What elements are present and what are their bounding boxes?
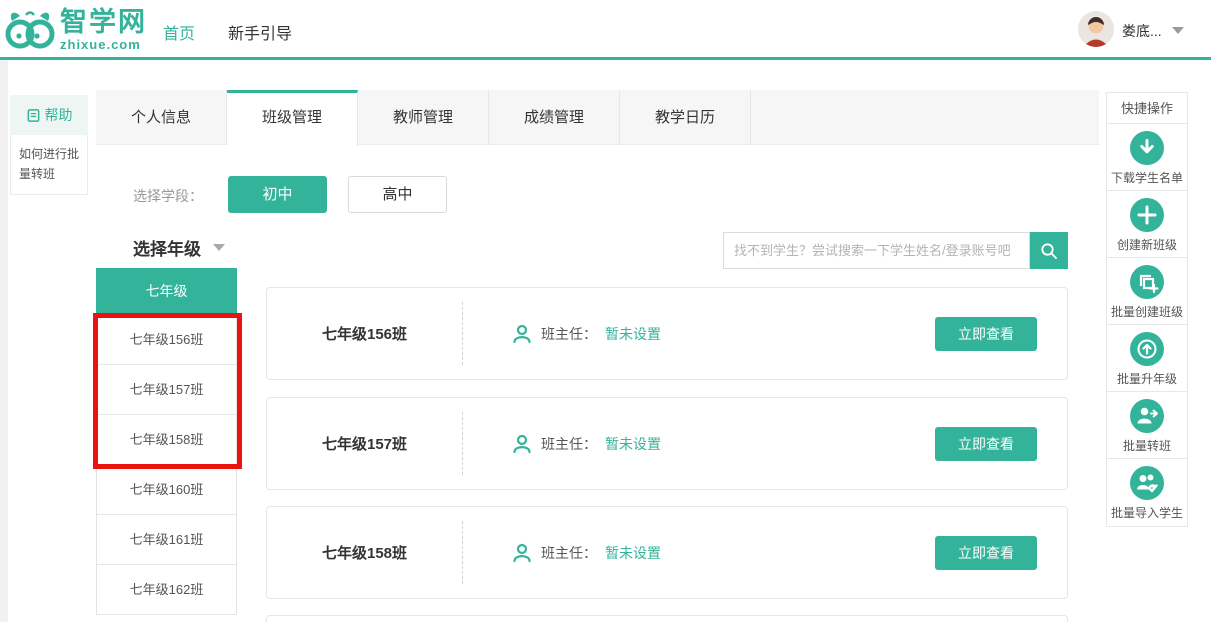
stage-junior-button[interactable]: 初中	[228, 176, 327, 213]
view-now-button[interactable]: 立即查看	[935, 317, 1037, 351]
user-avatar[interactable]	[1078, 11, 1114, 47]
person-icon	[511, 542, 533, 564]
teacher-label: 班主任：	[541, 543, 597, 563]
class-card-name: 七年级158班	[267, 507, 462, 598]
quick-actions-panel: 快捷操作 下载学生名单 创建新班级 批量创建班级	[1106, 92, 1188, 527]
quick-action-label: 下载学生名单	[1107, 169, 1187, 186]
student-search-input[interactable]	[723, 232, 1030, 269]
user-name[interactable]: 娄底...	[1122, 21, 1162, 41]
quick-action-batch-import-students[interactable]: 批量导入学生	[1107, 459, 1187, 526]
plus-icon	[1130, 198, 1164, 232]
class-list: 七年级 七年级156班 七年级157班 七年级158班 七年级160班 七年级1…	[96, 268, 237, 615]
download-icon	[1130, 131, 1164, 165]
upgrade-icon	[1130, 332, 1164, 366]
logo-subtitle: zhixue.com	[60, 38, 147, 51]
page: 智学网 zhixue.com 首页 新手引导 娄底... 帮助	[0, 0, 1211, 622]
batch-create-icon	[1130, 265, 1164, 299]
quick-action-label: 批量升年级	[1107, 370, 1187, 387]
teacher-label: 班主任：	[541, 434, 597, 454]
quick-action-batch-upgrade-grade[interactable]: 批量升年级	[1107, 325, 1187, 392]
teacher-not-set-link[interactable]: 暂未设置	[605, 324, 661, 344]
card-divider	[462, 302, 463, 365]
help-link-batch-transfer[interactable]: 如何进行批量转班	[19, 144, 79, 185]
quick-action-label: 创建新班级	[1107, 236, 1187, 253]
page-left-gutter	[0, 60, 8, 622]
grade-selector-label[interactable]: 选择年级	[133, 235, 201, 260]
view-now-button[interactable]: 立即查看	[935, 427, 1037, 461]
import-students-icon	[1130, 466, 1164, 500]
quick-action-create-class[interactable]: 创建新班级	[1107, 191, 1187, 258]
stage-selector-label: 选择学段：	[133, 186, 203, 206]
tab-personal-info[interactable]: 个人信息	[96, 90, 227, 145]
help-body: 如何进行批量转班	[10, 135, 88, 195]
class-card-partial	[266, 615, 1068, 622]
view-now-button[interactable]: 立即查看	[935, 536, 1037, 570]
class-item-160[interactable]: 七年级160班	[97, 465, 236, 515]
logo-title: 智学网	[60, 9, 147, 36]
class-item-161[interactable]: 七年级161班	[97, 515, 236, 565]
quick-action-label: 批量转班	[1107, 437, 1187, 454]
help-doc-icon	[26, 108, 41, 123]
quick-action-batch-create-class[interactable]: 批量创建班级	[1107, 258, 1187, 325]
transfer-icon	[1130, 399, 1164, 433]
class-list-items: 七年级156班 七年级157班 七年级158班 七年级160班 七年级161班 …	[96, 315, 237, 615]
class-card-name: 七年级157班	[267, 398, 462, 489]
nav-beginner-guide[interactable]: 新手引导	[228, 20, 292, 44]
help-header[interactable]: 帮助	[10, 95, 88, 135]
class-list-grade-header[interactable]: 七年级	[96, 268, 237, 315]
stage-senior-button[interactable]: 高中	[348, 176, 447, 213]
search-button[interactable]	[1030, 232, 1068, 269]
card-divider	[462, 521, 463, 584]
class-card-156: 七年级156班 班主任： 暂未设置 立即查看	[266, 287, 1068, 380]
quick-actions-title: 快捷操作	[1107, 93, 1187, 124]
quick-action-download-roster[interactable]: 下载学生名单	[1107, 124, 1187, 191]
card-divider	[462, 412, 463, 475]
quick-action-label: 批量创建班级	[1107, 303, 1187, 320]
class-item-156[interactable]: 七年级156班	[97, 315, 236, 365]
person-icon	[511, 433, 533, 455]
tab-teacher-management[interactable]: 教师管理	[358, 90, 489, 145]
user-menu-caret-icon[interactable]	[1172, 27, 1184, 34]
quick-action-label: 批量导入学生	[1107, 504, 1187, 521]
help-panel: 帮助 如何进行批量转班	[10, 95, 88, 195]
grade-caret-down-icon[interactable]	[213, 244, 225, 251]
tab-grade-management[interactable]: 成绩管理	[489, 90, 620, 145]
nav-home[interactable]: 首页	[163, 20, 195, 44]
teacher-label: 班主任：	[541, 324, 597, 344]
logo-text: 智学网 zhixue.com	[60, 9, 147, 51]
person-icon	[511, 323, 533, 345]
teacher-not-set-link[interactable]: 暂未设置	[605, 434, 661, 454]
teacher-not-set-link[interactable]: 暂未设置	[605, 543, 661, 563]
search-icon	[1039, 241, 1059, 261]
student-search	[723, 232, 1068, 269]
class-card-158: 七年级158班 班主任： 暂未设置 立即查看	[266, 506, 1068, 599]
class-item-162[interactable]: 七年级162班	[97, 565, 236, 615]
avatar-image	[1078, 11, 1114, 47]
owl-logo-icon	[4, 8, 56, 52]
quick-action-batch-transfer-class[interactable]: 批量转班	[1107, 392, 1187, 459]
top-header: 智学网 zhixue.com 首页 新手引导 娄底...	[0, 0, 1211, 60]
help-title: 帮助	[45, 105, 73, 125]
main-tabbar: 个人信息 班级管理 教师管理 成绩管理 教学日历	[96, 90, 1099, 145]
zhixue-logo[interactable]: 智学网 zhixue.com	[4, 8, 147, 52]
class-item-157[interactable]: 七年级157班	[97, 365, 236, 415]
class-card-name: 七年级156班	[267, 288, 462, 379]
tab-teaching-calendar[interactable]: 教学日历	[620, 90, 751, 145]
class-item-158[interactable]: 七年级158班	[97, 415, 236, 465]
class-card-157: 七年级157班 班主任： 暂未设置 立即查看	[266, 397, 1068, 490]
tab-class-management[interactable]: 班级管理	[227, 90, 358, 146]
